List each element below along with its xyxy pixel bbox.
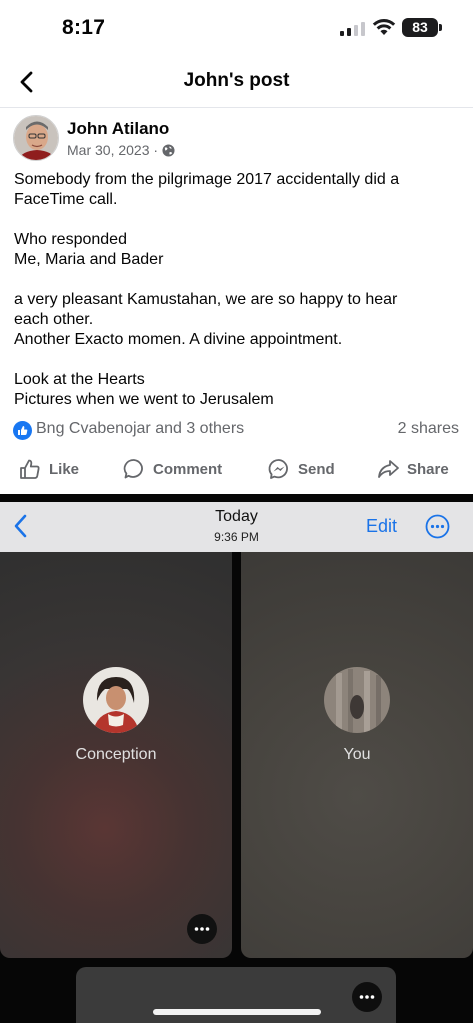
page-title: John's post (183, 70, 290, 91)
globe-icon (162, 143, 175, 157)
post-line: a very pleasant Kamustahan, we are so ha… (14, 291, 398, 308)
like-reaction-icon (13, 421, 32, 440)
edit-label: Edit (366, 516, 398, 536)
battery-indicator: 83 (402, 18, 438, 37)
post-line: Who responded (14, 231, 127, 248)
share-button[interactable]: Share (377, 458, 449, 480)
share-arrow-icon (378, 460, 399, 478)
action-bar: Like Comment Send Share (0, 454, 473, 490)
facetime-header: Today 9:36 PM Edit (0, 502, 473, 552)
comment-label: Comment (153, 460, 223, 478)
post-body: Somebody from the pilgrimage 2017 accide… (14, 170, 464, 410)
comment-button[interactable]: Comment (123, 458, 222, 480)
author-name[interactable]: John Atilano (67, 119, 169, 139)
participant-tile: You (241, 552, 473, 958)
participant-name: Conception (75, 746, 157, 763)
reactions-row: Bng Cvabenojar and 3 others 2 shares (0, 418, 473, 442)
more-circle-icon (425, 514, 450, 539)
share-count[interactable]: 2 shares (398, 420, 459, 438)
comment-icon (123, 459, 143, 479)
post-line: Pictures when we went to Jerusalem (14, 391, 274, 408)
signal-icon (340, 22, 365, 36)
post-date: Mar 30, 2023 · (67, 142, 159, 158)
post-meta: Mar 30, 2023 · (67, 142, 175, 158)
call-time: 9:36 PM (214, 530, 259, 544)
reaction-summary[interactable]: Bng Cvabenojar and 3 others (36, 420, 244, 438)
participant-tile: Conception (0, 552, 232, 958)
like-label: Like (49, 460, 80, 478)
like-button[interactable]: Like (19, 458, 79, 480)
call-day: Today (215, 508, 258, 525)
post-line: Me, Maria and Bader (14, 251, 164, 268)
post-line: Somebody from the pilgrimage 2017 accide… (14, 171, 400, 188)
wifi-icon (372, 19, 396, 35)
participant-avatar (83, 667, 149, 733)
home-indicator[interactable] (153, 1009, 321, 1015)
post-line (14, 350, 464, 370)
post-photo[interactable]: Today 9:36 PM Edit Conception You (0, 494, 473, 1023)
post-header: John Atilano Mar 30, 2023 · (0, 112, 473, 168)
battery-tip (439, 24, 442, 31)
post-line: FaceTime call. (14, 191, 118, 208)
post-line: Another Exacto momen. A divine appointme… (14, 331, 343, 348)
participant-avatar (324, 667, 390, 733)
post-line: each other. (14, 311, 94, 328)
status-time: 8:17 (62, 16, 106, 39)
status-bar: 8:17 83 (0, 0, 473, 58)
post-line (14, 270, 464, 290)
post-line (14, 210, 464, 230)
send-label: Send (298, 460, 335, 478)
messenger-icon (268, 459, 288, 479)
send-button[interactable]: Send (268, 458, 335, 480)
tile-more-icon (352, 982, 382, 1012)
nav-bar: John's post (0, 58, 473, 108)
post-line: Look at the Hearts (14, 371, 145, 388)
tile-more-icon (187, 914, 217, 944)
share-label: Share (407, 460, 449, 478)
thumbs-up-icon (20, 459, 40, 479)
author-avatar[interactable] (13, 115, 59, 161)
participant-name: You (343, 746, 371, 763)
